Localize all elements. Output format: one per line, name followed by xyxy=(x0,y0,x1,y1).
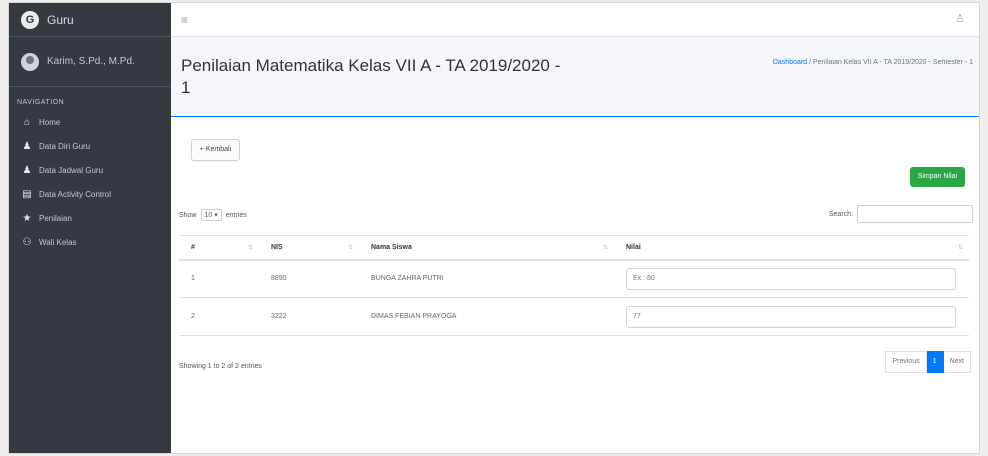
sort-icon: ⇅ xyxy=(347,245,353,251)
star-icon: ★ xyxy=(22,212,32,224)
column-header-nilai[interactable]: Nilai ⇅ xyxy=(614,235,969,261)
table-row: 2 3222 DIMAS FEBIAN PRAYOGA xyxy=(179,297,969,336)
avatar xyxy=(21,52,39,71)
cell-nis: 8890 xyxy=(259,259,359,298)
user-panel[interactable]: Karim, S.Pd., M.Pd. xyxy=(9,37,171,87)
list-icon: ▤ xyxy=(22,188,32,200)
content-header: Penilaian Matematika Kelas VII A - TA 20… xyxy=(171,37,979,117)
cell-nilai xyxy=(614,297,969,336)
app-frame: G Guru Karim, S.Pd., M.Pd. NAVIGATION ⌂ … xyxy=(8,2,980,454)
breadcrumb-dashboard-link[interactable]: Dashboard xyxy=(773,59,807,66)
cell-nis: 3222 xyxy=(259,297,359,336)
page-1-button[interactable]: 1 xyxy=(926,351,944,373)
show-label: Show xyxy=(179,211,197,219)
cell-no: 2 xyxy=(179,297,259,336)
sort-icon: ⇅ xyxy=(602,245,608,251)
pagination: Previous 1 Next xyxy=(885,351,971,373)
table-row: 1 8890 BUNGA ZAHRA PUTRI xyxy=(179,259,969,298)
next-page-button[interactable]: Next xyxy=(943,351,971,373)
cell-nilai xyxy=(614,259,969,298)
table-header-row: # ⇅ NIS ⇅ Nama Siswa ⇅ Nilai ⇅ xyxy=(179,235,969,261)
column-header-nama-siswa[interactable]: Nama Siswa ⇅ xyxy=(359,235,614,261)
entries-label: entries xyxy=(225,211,247,219)
sort-icon: ⇅ xyxy=(247,245,253,251)
previous-page-button[interactable]: Previous xyxy=(885,351,927,373)
cell-no: 1 xyxy=(179,259,259,298)
user-menu-icon[interactable]: ♙ xyxy=(955,12,965,25)
entries-value: 10 xyxy=(204,212,213,219)
sort-icon: ⇅ xyxy=(957,245,963,251)
cell-nama: BUNGA ZAHRA PUTRI xyxy=(359,259,614,298)
nilai-input[interactable] xyxy=(626,267,956,290)
brand-text: Guru xyxy=(47,12,74,27)
nav-header: NAVIGATION xyxy=(17,99,65,106)
sidebar-item-data-activity-control[interactable]: ▤ Data Activity Control xyxy=(9,182,171,206)
search-label: Search: xyxy=(828,210,853,218)
sidebar-item-label: Data Jadwal Guru xyxy=(39,165,104,175)
column-header-no[interactable]: # ⇅ xyxy=(179,235,259,261)
sidebar-item-home[interactable]: ⌂ Home xyxy=(9,110,171,134)
sidebar-item-data-jadwal-guru[interactable]: ♟ Data Jadwal Guru xyxy=(9,158,171,182)
back-button[interactable]: ⇠Kembali xyxy=(191,139,241,161)
sidebar-item-wali-kelas[interactable]: ⚇ Wali Kelas xyxy=(9,230,171,254)
students-table: # ⇅ NIS ⇅ Nama Siswa ⇅ Nilai ⇅ 1 8890 BUNGA … xyxy=(179,235,969,336)
sidebar-item-label: Data Diri Guru xyxy=(39,141,91,151)
table-info: Showing 1 to 2 of 2 entries xyxy=(179,363,262,370)
user-icon: ♟ xyxy=(22,140,32,152)
sidebar-item-label: Data Activity Control xyxy=(39,189,112,199)
nilai-input[interactable] xyxy=(626,305,956,328)
entries-select[interactable]: 10 ▾ xyxy=(200,209,222,221)
save-grades-button[interactable]: Simpan Nilai xyxy=(909,167,965,187)
user-icon: ♟ xyxy=(22,164,32,176)
breadcrumb-current: Penilaian Kelas VII A - TA 2019/2020 - S… xyxy=(812,59,973,66)
users-icon: ⚇ xyxy=(22,236,32,248)
search-wrap: Search: xyxy=(829,205,973,223)
sidebar-item-label: Home xyxy=(39,117,61,127)
column-header-nis[interactable]: NIS ⇅ xyxy=(259,235,359,261)
sidebar-item-penilaian[interactable]: ★ Penilaian xyxy=(9,206,171,230)
cell-nama: DIMAS FEBIAN PRAYOGA xyxy=(359,297,614,336)
show-entries: Show 10 ▾ entries xyxy=(179,209,247,221)
sidebar: G Guru Karim, S.Pd., M.Pd. NAVIGATION ⌂ … xyxy=(9,3,171,453)
breadcrumb-separator: / xyxy=(809,59,811,66)
topbar: ≡ ♙ xyxy=(171,3,979,37)
sidebar-item-data-diri-guru[interactable]: ♟ Data Diri Guru xyxy=(9,134,171,158)
home-icon: ⌂ xyxy=(23,116,31,128)
page-title: Penilaian Matematika Kelas VII A - TA 20… xyxy=(181,56,561,97)
sidebar-item-label: Wali Kelas xyxy=(39,237,77,247)
breadcrumb: Dashboard / Penilaian Kelas VII A - TA 2… xyxy=(773,59,973,66)
main-card: ⇠Kembali Simpan Nilai Show 10 ▾ entries … xyxy=(171,117,979,453)
search-input[interactable] xyxy=(857,205,973,223)
brand[interactable]: G Guru xyxy=(9,3,171,37)
sidebar-item-label: Penilaian xyxy=(39,213,72,223)
brand-logo-icon: G xyxy=(21,10,39,29)
hamburger-menu-icon[interactable]: ≡ xyxy=(181,13,188,27)
user-name: Karim, S.Pd., M.Pd. xyxy=(47,56,135,67)
